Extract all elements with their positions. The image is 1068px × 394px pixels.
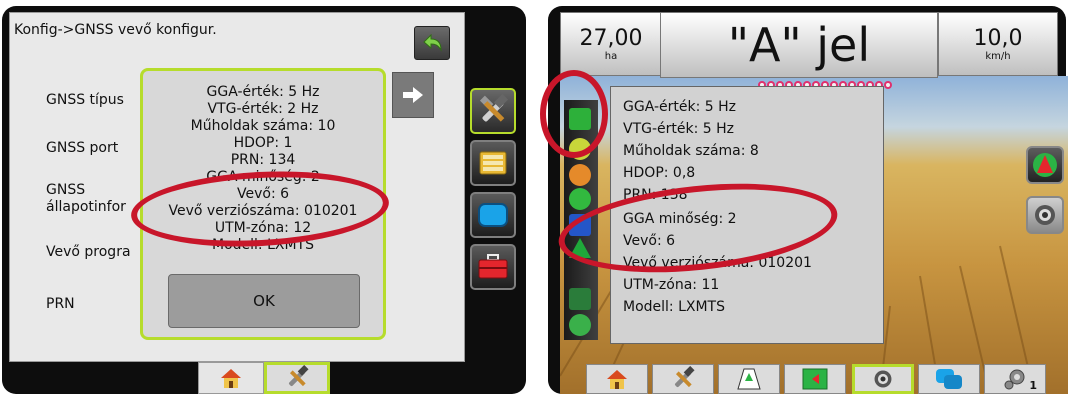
tools-sidebar-button[interactable] [470, 88, 516, 134]
gear-count-tab[interactable]: 1 [984, 364, 1046, 394]
tools-tab[interactable] [652, 364, 714, 394]
camera-icon [1035, 205, 1055, 225]
tools-tab[interactable] [264, 362, 330, 394]
guidance-view-icon [737, 368, 761, 390]
wrench-hammer-icon [479, 94, 509, 122]
speed-value: 10,0 [973, 25, 1023, 51]
field-map-tab[interactable] [784, 364, 846, 394]
display-icon [478, 203, 508, 227]
popup-line: UTM-zóna: 11 [623, 277, 720, 293]
home-tab[interactable] [586, 364, 648, 394]
data-cards-icon [479, 151, 507, 175]
lightbar-led [884, 81, 892, 89]
highlight-ring [540, 70, 608, 158]
guidance-view-tab[interactable] [718, 364, 780, 394]
gnss-type-label: GNSS típus [46, 92, 124, 108]
popup-line: Műholdak száma: 8 [623, 143, 759, 159]
boom-icon[interactable] [569, 288, 591, 310]
back-button[interactable] [414, 26, 450, 60]
gnss-port-label: GNSS port [46, 140, 119, 156]
page-title: Konfig->GNSS vevő konfigur. [14, 22, 217, 38]
settings-gear-icon[interactable] [569, 314, 591, 336]
navigation-arrow-icon [1033, 153, 1057, 177]
toolbox-icon [478, 254, 508, 279]
steering-icon[interactable] [569, 188, 591, 210]
gear-count-icon [1004, 369, 1025, 390]
speed-readout: 10,0 km/h [938, 12, 1058, 76]
popup-line: VTG-érték: 5 Hz [623, 121, 735, 137]
back-arrow-icon [423, 33, 442, 52]
popup-line: Műholdak száma: 10 [190, 118, 336, 134]
navigation-button[interactable] [1026, 146, 1064, 184]
camera-tab[interactable] [852, 364, 914, 394]
prn-label: PRN [46, 296, 75, 312]
area-value: 27,00 [579, 25, 643, 51]
display-swap-icon [936, 369, 962, 389]
field-map-icon [802, 368, 828, 390]
receiver-program-label: Vevő progra [46, 244, 131, 260]
mark-a-title: "A" jel [660, 12, 938, 78]
tools-icon [674, 366, 695, 388]
popup-line: GGA-érték: 5 Hz [623, 99, 736, 115]
data-sidebar-button[interactable] [470, 140, 516, 186]
arrow-right-icon [403, 87, 423, 103]
popup-line: HDOP: 0,8 [623, 165, 696, 181]
gnss-type-next-button[interactable] [392, 72, 434, 118]
display-sidebar-button[interactable] [470, 192, 516, 238]
gear-count-badge: 1 [1029, 379, 1037, 392]
popup-line: GGA-érték: 5 Hz [206, 84, 320, 100]
console-sidebar-button[interactable] [470, 244, 516, 290]
tools-icon [288, 365, 309, 387]
gnss-status-info-label: GNSS állapotinfor [46, 182, 126, 215]
popup-line: VTG-érték: 2 Hz [207, 101, 319, 117]
home-tab[interactable] [198, 362, 264, 394]
camera-icon [874, 370, 892, 388]
area-readout: 27,00 ha [560, 12, 662, 76]
home-icon [607, 370, 627, 389]
popup-line: HDOP: 1 [233, 135, 293, 151]
ok-button[interactable]: OK [168, 274, 360, 328]
camera-button[interactable] [1026, 196, 1064, 234]
area-unit: ha [604, 50, 618, 62]
guidance-icon[interactable] [569, 164, 591, 186]
speed-unit: km/h [985, 50, 1011, 62]
display-swap-tab[interactable] [918, 364, 980, 394]
home-icon [221, 369, 241, 388]
popup-line: Modell: LXMTS [623, 299, 725, 315]
popup-line: PRN: 134 [230, 152, 296, 168]
